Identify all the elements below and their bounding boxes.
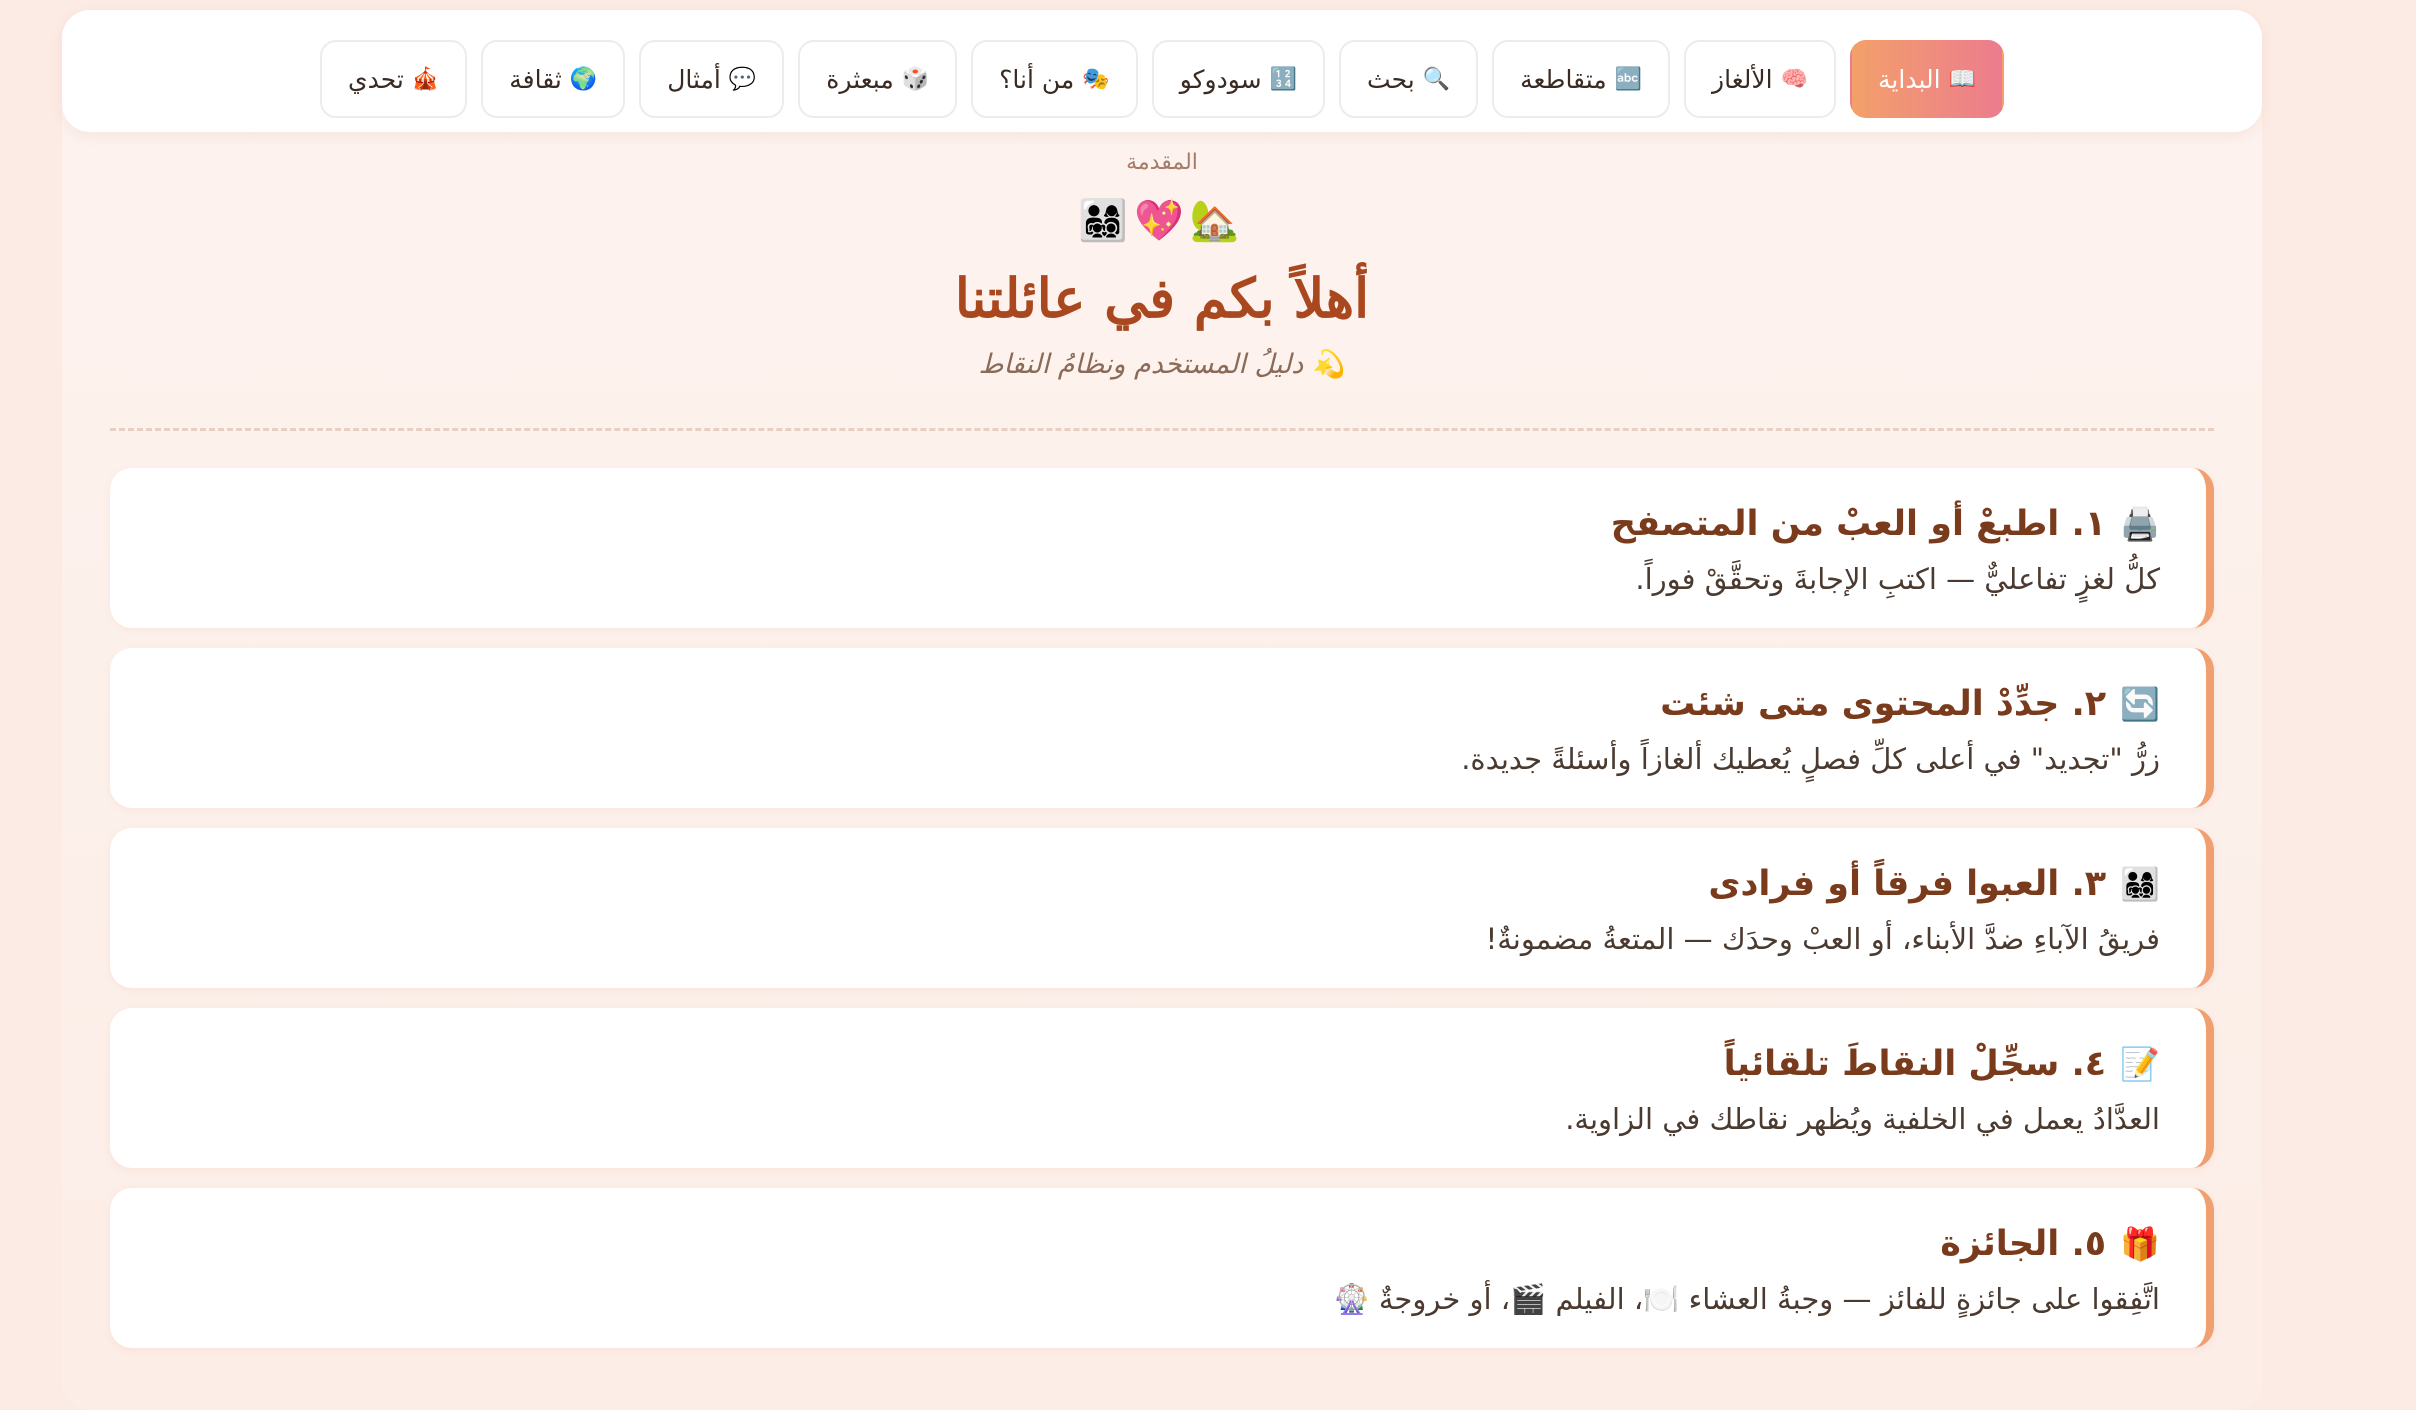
nav-tab-label: الألغاز [1712, 64, 1773, 94]
step-title-row: 🔄 ٢. جدِّدْ المحتوى متى شئت [156, 684, 2160, 724]
magnifier-icon: 🔍 [1422, 66, 1451, 92]
nav-tab-label: بحث [1367, 64, 1415, 94]
nav-tab-2[interactable]: 🧠 الألغاز [1684, 40, 1837, 118]
dice-icon: 🎲 [901, 66, 930, 92]
nav-tab-4[interactable]: 🔍 بحث [1339, 40, 1479, 118]
step-title-row: 📝 ٤. سجِّلْ النقاطَ تلقائياً [156, 1044, 2160, 1084]
guide-steps-list: 🖨️ ١. اطبعْ أو العبْ من المتصفح كلُّ لغزٍ … [110, 468, 2214, 1368]
page-subtitle: 💫 دليلُ المستخدم ونظامُ النقاط [978, 349, 1346, 380]
nav-tab-7[interactable]: 🎲 مبعثرة [798, 40, 958, 118]
step-title: ١. اطبعْ أو العبْ من المتصفح [1610, 504, 2107, 544]
nav-tab-label: سودوكو [1179, 64, 1262, 94]
refresh-icon: 🔄 [2120, 685, 2160, 723]
circus-tent-icon: 🎪 [411, 66, 440, 92]
step-description: فريقُ الآباءِ ضدَّ الأبناء، أو العبْ وحد… [1485, 922, 2160, 956]
step-description: العدَّادُ يعمل في الخلفية ويُظهر نقاطك ف… [1565, 1102, 2160, 1136]
guide-step-card: 📝 ٤. سجِّلْ النقاطَ تلقائياً العدَّادُ يعم… [110, 1008, 2214, 1168]
step-title: ٥. الجائزة [1940, 1224, 2107, 1264]
nav-button-group: 📖 البداية 🧠 الألغاز 🔤 متقاطعة 🔍 بحث 🔢 سودوكو 🎭 من أ… [62, 40, 2262, 118]
step-title: ٣. العبوا فرقاً أو فرادى [1708, 864, 2107, 904]
family-icon: 👨‍👩‍👧‍👦 [2120, 865, 2160, 903]
guide-step-card: 🎁 ٥. الجائزة اتَّفِقوا على جائزةٍ للفائز —… [110, 1188, 2214, 1348]
family-emoji-icons: 🏡💖👨‍👩‍👧‍👦 [1078, 198, 1246, 244]
page-title: أهلاً بكم في عائلتنا [954, 266, 1370, 330]
nav-tab-5[interactable]: 🔢 سودوكو [1151, 40, 1326, 118]
masks-icon: 🎭 [1082, 66, 1110, 92]
nav-tab-8[interactable]: 💬 أمثال [639, 40, 785, 118]
step-title-row: 🖨️ ١. اطبعْ أو العبْ من المتصفح [156, 504, 2160, 544]
page-header: المقدمة 🏡💖👨‍👩‍👧‍👦 أهلاً بكم في عائلتنا 💫… [62, 150, 2262, 380]
speech-bubble-icon: 💬 [728, 66, 757, 92]
guide-step-card: 👨‍👩‍👧‍👦 ٣. العبوا فرقاً أو فرادى فريقُ الآ… [110, 828, 2214, 988]
nav-tab-label: أمثال [667, 64, 721, 94]
section-kicker: المقدمة [1126, 150, 1198, 175]
nav-tab-3[interactable]: 🔤 متقاطعة [1492, 40, 1671, 118]
step-title-row: 🎁 ٥. الجائزة [156, 1224, 2160, 1264]
step-description: اتَّفِقوا على جائزةٍ للفائز — وجبةُ العش… [1333, 1282, 2160, 1316]
nav-tab-6[interactable]: 🎭 من أنا؟ [971, 40, 1138, 118]
top-navigation: 📖 البداية 🧠 الألغاز 🔤 متقاطعة 🔍 بحث 🔢 سودوكو 🎭 من أ… [62, 10, 2262, 132]
numbers-icon: 🔢 [1269, 66, 1298, 92]
brain-icon: 🧠 [1780, 66, 1809, 92]
printer-icon: 🖨️ [2120, 505, 2160, 543]
nav-tab-label: من أنا؟ [999, 64, 1075, 94]
memo-icon: 📝 [2120, 1045, 2160, 1083]
nav-tab-label: البداية [1878, 64, 1941, 94]
dashed-divider [110, 428, 2214, 431]
step-title-row: 👨‍👩‍👧‍👦 ٣. العبوا فرقاً أو فرادى [156, 864, 2160, 904]
nav-tab-9[interactable]: 🌍 ثقافة [481, 40, 626, 118]
nav-tab-10[interactable]: 🎪 تحدي [320, 40, 468, 118]
guide-step-card: 🔄 ٢. جدِّدْ المحتوى متى شئت زرُّ "تجديد" ف… [110, 648, 2214, 808]
nav-tab-label: متقاطعة [1520, 64, 1607, 94]
step-description: زرُّ "تجديد" في أعلى كلِّ فصلٍ يُعطيك أل… [1461, 742, 2160, 776]
nav-tab-label: تحدي [348, 64, 404, 94]
letters-icon: 🔤 [1614, 66, 1643, 92]
guide-step-card: 🖨️ ١. اطبعْ أو العبْ من المتصفح كلُّ لغزٍ … [110, 468, 2214, 628]
step-title: ٢. جدِّدْ المحتوى متى شئت [1660, 684, 2107, 724]
step-description: كلُّ لغزٍ تفاعليٌّ — اكتبِ الإجابةَ وتحق… [1635, 562, 2160, 596]
nav-tab-1[interactable]: 📖 البداية [1850, 40, 2004, 118]
globe-icon: 🌍 [569, 66, 598, 92]
step-title: ٤. سجِّلْ النقاطَ تلقائياً [1723, 1044, 2107, 1084]
gift-icon: 🎁 [2120, 1225, 2160, 1263]
nav-tab-label: مبعثرة [826, 64, 894, 94]
nav-tab-label: ثقافة [509, 64, 562, 94]
book-icon: 📖 [1948, 66, 1976, 92]
